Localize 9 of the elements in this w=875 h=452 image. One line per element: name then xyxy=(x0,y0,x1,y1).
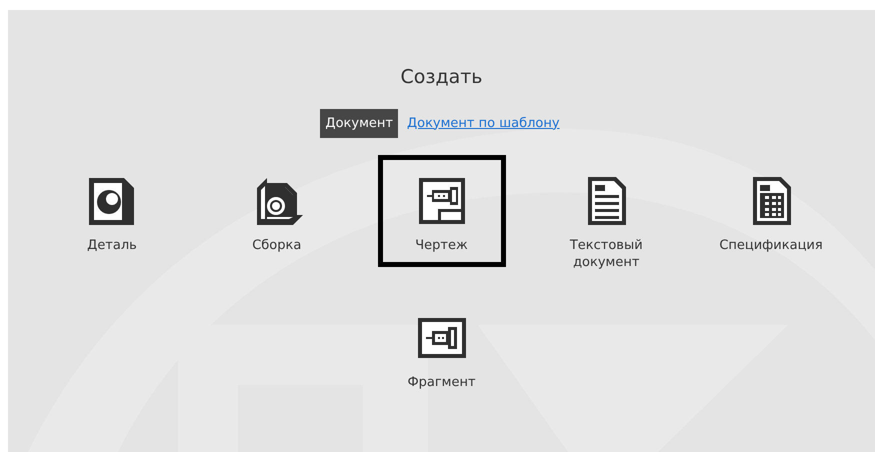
document-type-item[interactable]: Спецификация xyxy=(707,155,835,267)
document-type-item[interactable]: Деталь xyxy=(48,155,176,267)
template-link[interactable]: Документ по шаблону xyxy=(404,108,563,138)
document-type-item[interactable]: Фрагмент xyxy=(378,292,506,404)
dialog-title: Создать xyxy=(400,65,483,90)
document-type-item[interactable]: Текстовый документ xyxy=(542,155,670,284)
document-type-item[interactable]: Чертеж xyxy=(378,155,506,267)
document-tab[interactable]: Документ xyxy=(320,108,398,138)
document-type-item[interactable]: Сборка xyxy=(212,155,341,267)
